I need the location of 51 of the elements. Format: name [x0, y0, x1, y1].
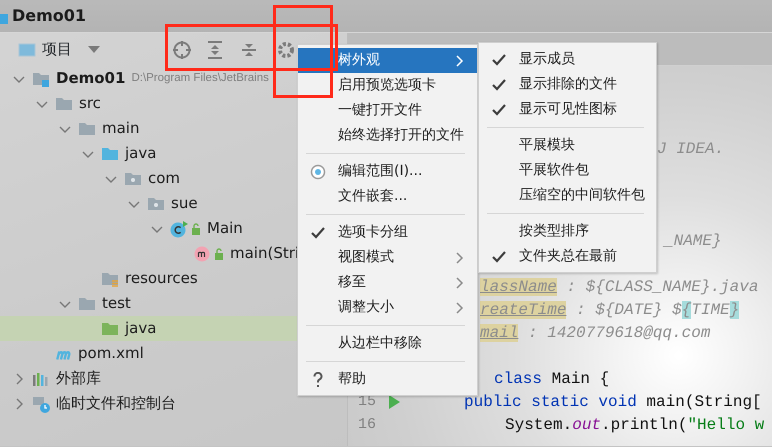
- maven-icon: [55, 350, 72, 361]
- check-icon: [492, 54, 506, 66]
- line-number: 16: [356, 415, 376, 435]
- method-icon: [193, 244, 211, 262]
- menu-item[interactable]: 视图模式: [298, 245, 477, 270]
- expand-all-icon[interactable]: [207, 40, 223, 58]
- view-selector[interactable]: 项目: [18, 38, 100, 61]
- menu-item[interactable]: 文件夹总在最前: [479, 244, 656, 269]
- menu-item[interactable]: 文件嵌套...: [298, 184, 477, 209]
- lock-icon: [191, 222, 201, 234]
- menu-item[interactable]: 一键打开文件: [298, 98, 477, 123]
- code-line: public static void main(String[: [464, 392, 762, 413]
- code-line: System.out.println("Hello w: [505, 415, 764, 436]
- menu-item[interactable]: 平展模块: [479, 133, 656, 158]
- menu-item[interactable]: 平展软件包: [479, 158, 656, 183]
- menu-item[interactable]: 始终选择打开的文件: [298, 123, 477, 148]
- lock-icon: [214, 248, 224, 260]
- menu-item[interactable]: 显示排除的文件: [479, 72, 656, 97]
- menu-item[interactable]: 编辑范围(I)...: [298, 159, 477, 184]
- tree-item[interactable]: 临时文件和控制台: [0, 391, 347, 416]
- menu-item[interactable]: 启用预览选项卡: [298, 73, 477, 98]
- code-line: mail : 1420779618@qq.com: [480, 323, 710, 344]
- caret-icon: [88, 46, 100, 54]
- menu-item[interactable]: 移至: [298, 270, 477, 295]
- target-icon[interactable]: [172, 40, 192, 60]
- menu-item[interactable]: 帮助: [298, 367, 477, 392]
- code-line: _NAME}: [664, 231, 722, 252]
- check-icon: [492, 104, 506, 116]
- check-icon: [492, 250, 506, 262]
- code-line: J IDEA.: [657, 139, 724, 160]
- radio-icon: [310, 164, 326, 180]
- menu-item[interactable]: 显示可见性图标: [479, 97, 656, 122]
- view-label: 项目: [42, 39, 72, 60]
- menu-item[interactable]: 显示成员: [479, 47, 656, 72]
- check-icon: [311, 226, 325, 238]
- menu-item[interactable]: 选项卡分组: [298, 220, 477, 245]
- check-icon: [492, 78, 506, 90]
- project-icon: [18, 42, 36, 58]
- path-text: D:\Program Files\JetBrains: [131, 70, 269, 86]
- module-icon: [0, 14, 8, 24]
- settings-icon[interactable]: [277, 40, 295, 58]
- window-title: Demo01: [12, 5, 86, 27]
- help-icon: [313, 372, 323, 388]
- run-icon[interactable]: [388, 395, 400, 409]
- menu-item[interactable]: 压缩空的中间软件包: [479, 183, 656, 208]
- class-icon: [170, 220, 188, 238]
- code-line: lassName : ${CLASS_NAME}.java: [480, 277, 758, 298]
- scratch-icon: [32, 394, 50, 412]
- code-line: class Main {: [494, 369, 610, 390]
- menu-item[interactable]: 按类型排序: [479, 219, 656, 244]
- menu-item[interactable]: 树外观: [298, 48, 477, 73]
